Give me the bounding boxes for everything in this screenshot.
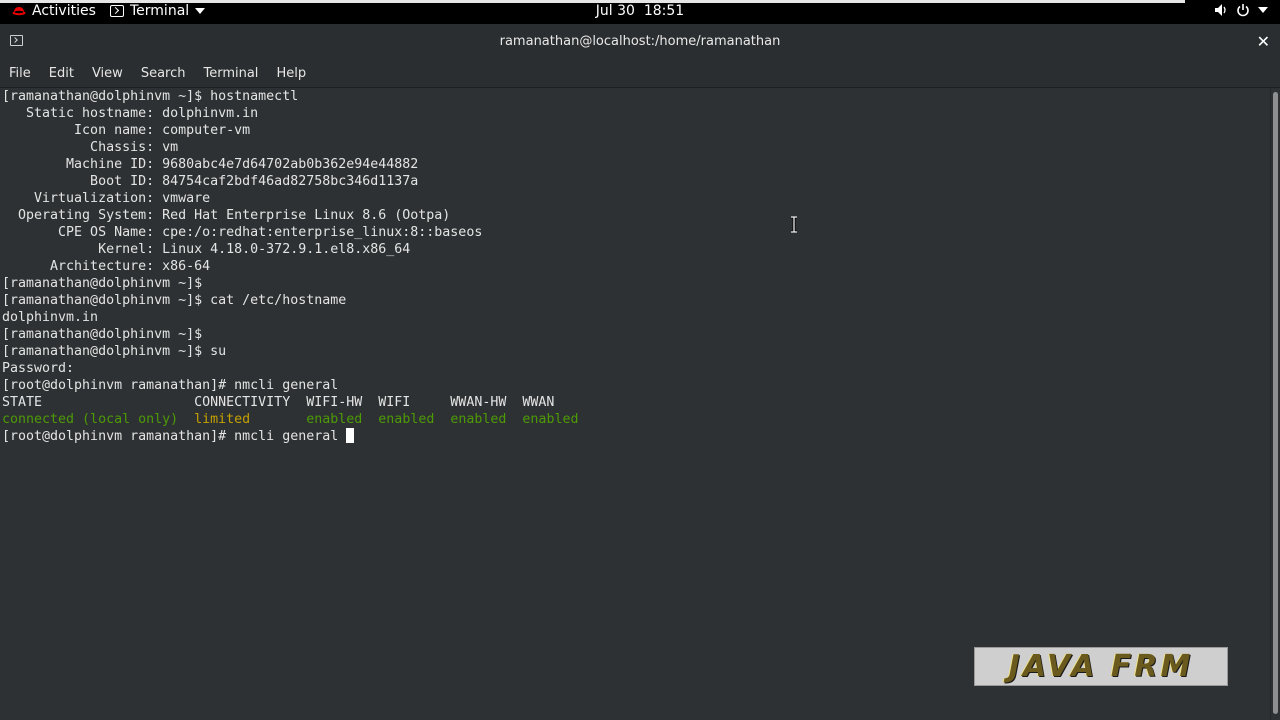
menubar: File Edit View Search Terminal Help (0, 60, 1280, 88)
current-prompt-line[interactable]: [root@dolphinvm ramanathan]# nmcli gener… (2, 428, 355, 445)
power-icon (1237, 4, 1249, 17)
java-frm-watermark-logo: JAVA FRM (974, 647, 1228, 686)
menu-edit[interactable]: Edit (40, 66, 83, 81)
app-menu-label: Terminal (130, 3, 190, 19)
terminal-line: [ramanathan@dolphinvm ~]$ su (2, 344, 227, 359)
terminal-line: Boot ID: 84754caf2bdf46ad82758bc346d1137… (2, 174, 419, 189)
close-icon[interactable]: ✕ (1257, 32, 1270, 51)
terminal-line: [ramanathan@dolphinvm ~]$ (2, 276, 203, 291)
activities-label: Activities (32, 3, 96, 19)
terminal-line: dolphinvm.in (2, 310, 99, 325)
redhat-logo-icon (12, 7, 26, 16)
ibeam-cursor-icon (791, 216, 797, 233)
status-wwan: enabled (522, 412, 579, 427)
activities-button[interactable]: Activities (12, 3, 96, 19)
terminal-line: Icon name: computer-vm (2, 123, 251, 138)
status-connectivity: limited (194, 412, 251, 427)
gnome-top-bar: Activities Terminal Jul 30 18:51 (0, 0, 1280, 24)
nmcli-status-row: connected (local only) limited enabled e… (2, 411, 578, 428)
menu-search[interactable]: Search (132, 66, 195, 81)
terminal-scrollbar[interactable] (1270, 88, 1280, 720)
window-title: ramanathan@localhost:/home/ramanathan (499, 34, 781, 49)
menu-view[interactable]: View (83, 66, 132, 81)
terminal-line: Password: (2, 361, 75, 376)
current-prompt: [root@dolphinvm ramanathan]# nmcli gener… (2, 429, 347, 444)
terminal-line: Static hostname: dolphinvm.in (2, 106, 259, 121)
terminal-line: Machine ID: 9680abc4e7d64702ab0b362e94e4… (2, 157, 419, 172)
chevron-down-icon (1258, 7, 1268, 13)
status-wifi: enabled (378, 412, 435, 427)
terminal-line: STATE CONNECTIVITY WIFI-HW WIFI WWAN-HW … (2, 395, 555, 410)
text-cursor (346, 428, 355, 443)
menu-help[interactable]: Help (267, 66, 315, 81)
terminal-line: Architecture: x86-64 (2, 259, 211, 274)
system-menu[interactable] (1214, 3, 1268, 17)
chevron-down-icon (195, 8, 206, 14)
menu-file[interactable]: File (0, 66, 40, 81)
terminal-line: [ramanathan@dolphinvm ~]$ cat /etc/hostn… (2, 293, 347, 308)
terminal-line: Kernel: Linux 4.18.0-372.9.1.el8.x86_64 (2, 242, 411, 257)
terminal-line: Virtualization: vmware (2, 191, 211, 206)
terminal-line: Chassis: vm (2, 140, 179, 155)
terminal-line: Operating System: Red Hat Enterprise Lin… (2, 208, 451, 223)
menu-terminal[interactable]: Terminal (194, 66, 267, 81)
watermark-text: JAVA FRM (1008, 649, 1194, 684)
terminal-line: [ramanathan@dolphinvm ~]$ (2, 327, 203, 342)
terminal-icon (110, 5, 124, 17)
status-wwan-hw: enabled (450, 412, 507, 427)
clock[interactable]: Jul 30 18:51 (596, 3, 684, 19)
terminal-output[interactable]: [ramanathan@dolphinvm ~]$ hostnamectl St… (0, 88, 1270, 720)
terminal-line: [root@dolphinvm ramanathan]# nmcli gener… (2, 378, 339, 393)
terminal-line: [ramanathan@dolphinvm ~]$ hostnamectl (2, 89, 299, 104)
app-menu-terminal[interactable]: Terminal (110, 3, 206, 19)
status-state: connected (local only) (2, 412, 179, 427)
window-titlebar[interactable]: ramanathan@localhost:/home/ramanathan ✕ (0, 24, 1280, 60)
scrollbar-thumb[interactable] (1273, 92, 1278, 714)
terminal-line: CPE OS Name: cpe:/o:redhat:enterprise_li… (2, 225, 483, 240)
status-wifi-hw: enabled (306, 412, 363, 427)
volume-icon (1215, 4, 1226, 16)
